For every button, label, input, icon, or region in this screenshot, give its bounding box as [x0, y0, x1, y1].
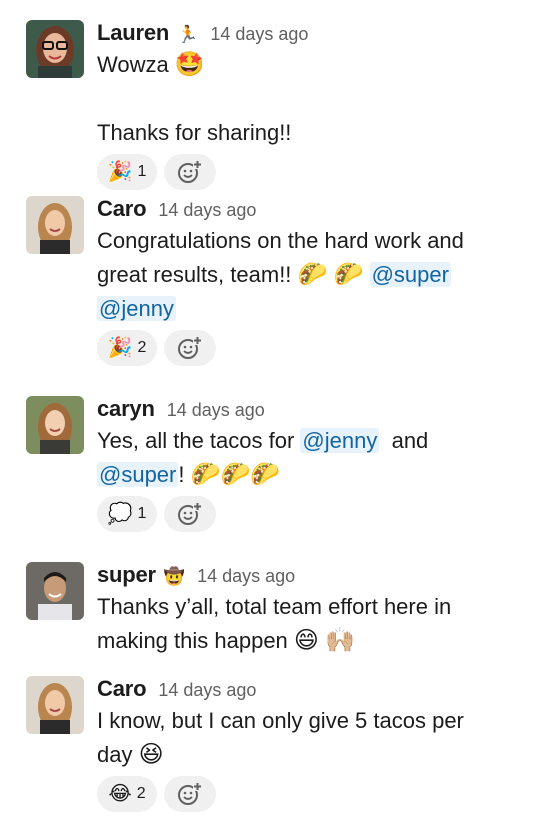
reactions-bar: 💭 1 — [97, 496, 526, 532]
add-reaction-button[interactable] — [164, 154, 216, 190]
message-feed: Lauren 🏃 14 days ago Wowza 🤩 Thanks for … — [0, 0, 536, 840]
text-span: Wowza — [97, 52, 175, 77]
text-span: making this happen — [97, 628, 294, 653]
reaction-pill[interactable]: 🎉 1 — [97, 154, 157, 190]
text-span: and — [379, 428, 429, 453]
add-reaction-button[interactable] — [164, 776, 216, 812]
reactions-bar: 🎉 2 — [97, 330, 526, 366]
laughing-emoji-icon: 😆 — [138, 741, 164, 768]
text-span: Yes, all the tacos for — [97, 428, 301, 453]
author-name[interactable]: Caro — [97, 676, 147, 702]
author-name[interactable]: Caro — [97, 196, 147, 222]
text-line: Wowza 🤩 — [97, 48, 526, 82]
author-name[interactable]: caryn — [97, 396, 155, 422]
text-line: great results, team!! 🌮 🌮 @super — [97, 258, 526, 292]
text-line: Congratulations on the hard work and — [97, 224, 526, 258]
text-span: great results, team!! — [97, 262, 298, 287]
text-line: Thanks for sharing!! — [97, 116, 526, 150]
avatar[interactable] — [26, 396, 84, 454]
reaction-pill[interactable]: 😂 2 — [97, 776, 157, 812]
taco-emoji-icon: 🌮🌮🌮 — [190, 461, 281, 488]
taco-emoji-icon: 🌮 — [333, 261, 364, 288]
text-line: I know, but I can only give 5 tacos per — [97, 704, 526, 738]
add-reaction-icon — [178, 160, 202, 183]
joy-emoji-icon: 😂 — [108, 783, 132, 805]
text-line: Thanks y’all, total team effort here in — [97, 590, 526, 624]
text-line: making this happen 😄 🙌🏼 — [97, 624, 526, 658]
timestamp[interactable]: 14 days ago — [210, 24, 308, 45]
message-text: Yes, all the tacos for @jenny and @super… — [97, 424, 526, 492]
raised-hands-emoji-icon: 🙌🏼 — [325, 627, 355, 654]
timestamp[interactable]: 14 days ago — [197, 566, 295, 587]
text-span: Congratulations on the hard work and — [97, 228, 464, 253]
message-text: Wowza 🤩 Thanks for sharing!! — [97, 48, 526, 150]
grinning-emoji-icon: 😄 — [293, 627, 319, 654]
text-span: day — [97, 742, 139, 767]
user-mention[interactable]: @jenny — [300, 428, 380, 453]
reaction-pill[interactable]: 💭 1 — [97, 496, 157, 532]
thinking-bubble-icon: 💭 — [107, 503, 133, 525]
text-line: @super! 🌮🌮🌮 — [97, 458, 526, 492]
timestamp[interactable]: 14 days ago — [158, 200, 256, 221]
user-mention[interactable]: @super — [97, 462, 179, 487]
text-line — [97, 82, 526, 116]
avatar[interactable] — [26, 676, 84, 734]
cowboy-emoji-icon: 🤠 — [163, 567, 186, 586]
add-reaction-icon — [178, 336, 202, 359]
avatar[interactable] — [26, 562, 84, 620]
timestamp[interactable]: 14 days ago — [158, 680, 256, 701]
text-span: Thanks for sharing!! — [97, 120, 292, 145]
add-reaction-icon — [178, 782, 202, 805]
reaction-count: 1 — [137, 505, 147, 522]
reactions-bar: 🎉 1 — [97, 154, 526, 190]
author-name[interactable]: Lauren — [97, 20, 169, 46]
text-span: I know, but I can only give 5 tacos per — [97, 708, 464, 733]
author-name[interactable]: super — [97, 562, 156, 588]
taco-emoji-icon: 🌮 — [297, 261, 328, 288]
timestamp[interactable]: 14 days ago — [167, 400, 265, 421]
avatar[interactable] — [26, 196, 84, 254]
reaction-count: 2 — [137, 339, 147, 356]
add-reaction-button[interactable] — [164, 330, 216, 366]
text-line: Yes, all the tacos for @jenny and — [97, 424, 526, 458]
text-line: day 😆 — [97, 738, 526, 772]
text-span: Thanks y’all, total team effort here in — [97, 594, 452, 619]
text-span: ! — [178, 462, 191, 487]
add-reaction-button[interactable] — [164, 496, 216, 532]
status-emoji-icon: 🏃 — [177, 25, 199, 44]
text-line: @jenny — [97, 292, 526, 326]
star-struck-emoji-icon: 🤩 — [174, 51, 205, 78]
message-text: I know, but I can only give 5 tacos per … — [97, 704, 526, 772]
party-popper-icon: 🎉 — [107, 161, 133, 183]
message-text: Congratulations on the hard work and gre… — [97, 224, 526, 326]
user-mention[interactable]: @super — [369, 262, 451, 287]
party-popper-icon: 🎉 — [107, 337, 133, 359]
reactions-bar: 😂 2 — [97, 776, 526, 812]
reaction-pill[interactable]: 🎉 2 — [97, 330, 157, 366]
reaction-count: 2 — [136, 785, 146, 802]
user-mention[interactable]: @jenny — [97, 296, 176, 321]
message-text: Thanks y’all, total team effort here in … — [97, 590, 526, 658]
add-reaction-icon — [178, 502, 202, 525]
avatar[interactable] — [26, 20, 84, 78]
reaction-count: 1 — [137, 163, 147, 180]
